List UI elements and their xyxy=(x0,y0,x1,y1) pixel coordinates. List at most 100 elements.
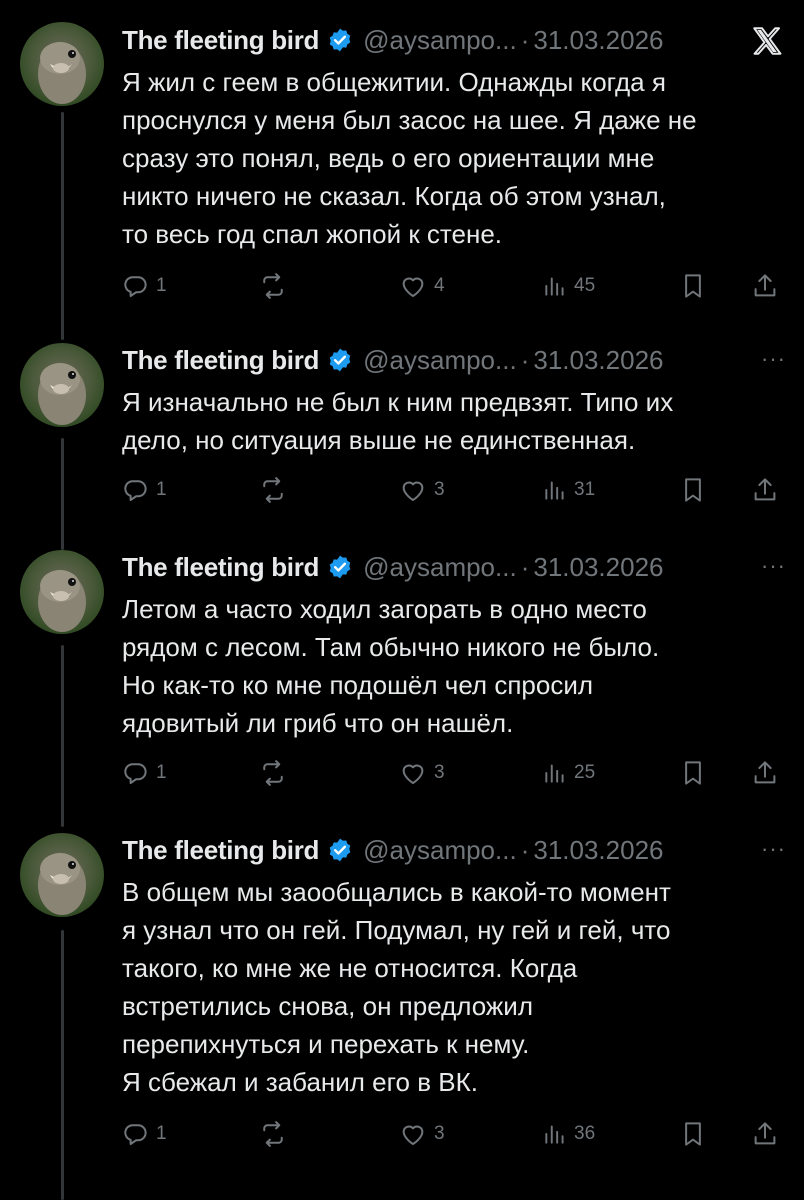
reply-button[interactable]: 1 xyxy=(120,755,167,791)
like-icon xyxy=(402,1125,424,1145)
tweet-actions: 1 4 45 xyxy=(120,268,790,304)
tweet-date[interactable]: 31.03.2026 xyxy=(533,552,663,583)
display-name[interactable]: The fleeting bird xyxy=(122,345,319,376)
share-icon xyxy=(754,1122,776,1145)
reply-count: 1 xyxy=(156,275,167,296)
bookmark-button[interactable] xyxy=(678,755,708,791)
bookmark-icon xyxy=(685,761,701,785)
like-count: 3 xyxy=(434,762,445,783)
views-button[interactable]: 25 xyxy=(542,755,595,791)
like-icon xyxy=(402,277,424,297)
tweet-text: Летом а часто ходил загорать в одно мест… xyxy=(122,594,660,738)
views-button[interactable]: 31 xyxy=(542,472,595,508)
bookmark-icon xyxy=(685,1122,701,1146)
reply-icon xyxy=(124,1124,147,1145)
verified-badge-icon xyxy=(329,555,351,579)
share-icon xyxy=(754,274,776,297)
display-name[interactable]: The fleeting bird xyxy=(122,552,319,583)
bookmark-icon xyxy=(685,274,701,298)
share-button[interactable] xyxy=(750,755,780,791)
views-count: 31 xyxy=(574,479,596,500)
bookmark-icon xyxy=(685,478,701,502)
tweet-header: The fleeting bird @aysampo... · 31.03.20… xyxy=(122,20,664,60)
reply-button[interactable]: 1 xyxy=(120,268,167,304)
reply-icon xyxy=(124,276,147,297)
tweet-date[interactable]: 31.03.2026 xyxy=(533,345,663,376)
avatar[interactable] xyxy=(20,22,104,106)
bird-avatar-icon xyxy=(38,853,86,915)
repost-button[interactable] xyxy=(258,268,288,304)
repost-icon xyxy=(263,1121,283,1147)
tweet-actions: 1 3 25 xyxy=(120,755,790,791)
handle[interactable]: @aysampo... xyxy=(363,345,517,376)
views-icon xyxy=(545,481,564,500)
tweet-date[interactable]: 31.03.2026 xyxy=(533,25,663,56)
verified-badge-icon xyxy=(329,348,351,372)
tweet-header: The fleeting bird @aysampo... · 31.03.20… xyxy=(122,830,664,870)
tweet-actions: 1 3 36 xyxy=(120,1116,790,1152)
more-icon[interactable]: ··· xyxy=(761,553,786,579)
separator: · xyxy=(520,834,530,865)
handle[interactable]: @aysampo... xyxy=(363,25,517,56)
display-name[interactable]: The fleeting bird xyxy=(122,25,319,56)
tweet-text: Я изначально не был к ним предвзят. Типо… xyxy=(122,387,674,455)
share-icon xyxy=(754,478,776,501)
more-icon[interactable]: ··· xyxy=(761,836,786,862)
repost-button[interactable] xyxy=(258,472,288,508)
handle[interactable]: @aysampo... xyxy=(363,835,517,866)
views-count: 25 xyxy=(574,762,596,783)
like-count: 3 xyxy=(434,479,445,500)
avatar[interactable] xyxy=(20,343,104,427)
x-logo-icon[interactable] xyxy=(750,24,784,58)
bird-avatar-icon xyxy=(38,42,86,104)
reply-count: 1 xyxy=(156,479,167,500)
display-name[interactable]: The fleeting bird xyxy=(122,835,319,866)
separator: · xyxy=(520,551,530,582)
tweet[interactable]: The fleeting bird @aysampo... · 31.03.20… xyxy=(0,547,804,807)
reply-button[interactable]: 1 xyxy=(120,472,167,508)
avatar[interactable] xyxy=(20,550,104,634)
like-count: 3 xyxy=(434,1123,445,1144)
tweet-actions: 1 3 31 xyxy=(120,472,790,508)
share-button[interactable] xyxy=(750,268,780,304)
views-count: 45 xyxy=(574,275,596,296)
repost-button[interactable] xyxy=(258,755,288,791)
bookmark-button[interactable] xyxy=(678,268,708,304)
more-icon[interactable]: ··· xyxy=(761,346,786,372)
like-button[interactable]: 3 xyxy=(398,472,445,508)
avatar[interactable] xyxy=(20,833,104,917)
tweet-header: The fleeting bird @aysampo... · 31.03.20… xyxy=(122,547,664,587)
like-button[interactable]: 3 xyxy=(398,1116,445,1152)
tweet[interactable]: The fleeting bird @aysampo... · 31.03.20… xyxy=(0,20,804,320)
separator: · xyxy=(520,24,530,55)
repost-icon xyxy=(263,273,283,299)
reply-icon xyxy=(124,763,147,784)
reply-icon xyxy=(124,480,147,501)
reply-count: 1 xyxy=(156,1123,167,1144)
share-button[interactable] xyxy=(750,1116,780,1152)
verified-badge-icon xyxy=(329,28,351,52)
views-icon xyxy=(545,764,564,783)
share-icon xyxy=(754,761,776,784)
tweet[interactable]: The fleeting bird @aysampo... · 31.03.20… xyxy=(0,340,804,540)
views-icon xyxy=(545,1125,564,1144)
tweet[interactable]: The fleeting bird @aysampo... · 31.03.20… xyxy=(0,830,804,1170)
like-button[interactable]: 3 xyxy=(398,755,445,791)
views-button[interactable]: 36 xyxy=(542,1116,595,1152)
handle[interactable]: @aysampo... xyxy=(363,552,517,583)
like-count: 4 xyxy=(434,275,445,296)
like-button[interactable]: 4 xyxy=(398,268,445,304)
share-button[interactable] xyxy=(750,472,780,508)
bookmark-button[interactable] xyxy=(678,1116,708,1152)
verified-badge-icon xyxy=(329,838,351,862)
repost-icon xyxy=(263,760,283,786)
views-button[interactable]: 45 xyxy=(542,268,595,304)
reply-button[interactable]: 1 xyxy=(120,1116,167,1152)
tweet-header: The fleeting bird @aysampo... · 31.03.20… xyxy=(122,340,664,380)
views-count: 36 xyxy=(574,1123,596,1144)
bookmark-button[interactable] xyxy=(678,472,708,508)
repost-icon xyxy=(263,477,283,503)
repost-button[interactable] xyxy=(258,1116,288,1152)
tweet-date[interactable]: 31.03.2026 xyxy=(533,835,663,866)
tweet-text: В общем мы заообщались в какой-то момент… xyxy=(122,877,671,1097)
